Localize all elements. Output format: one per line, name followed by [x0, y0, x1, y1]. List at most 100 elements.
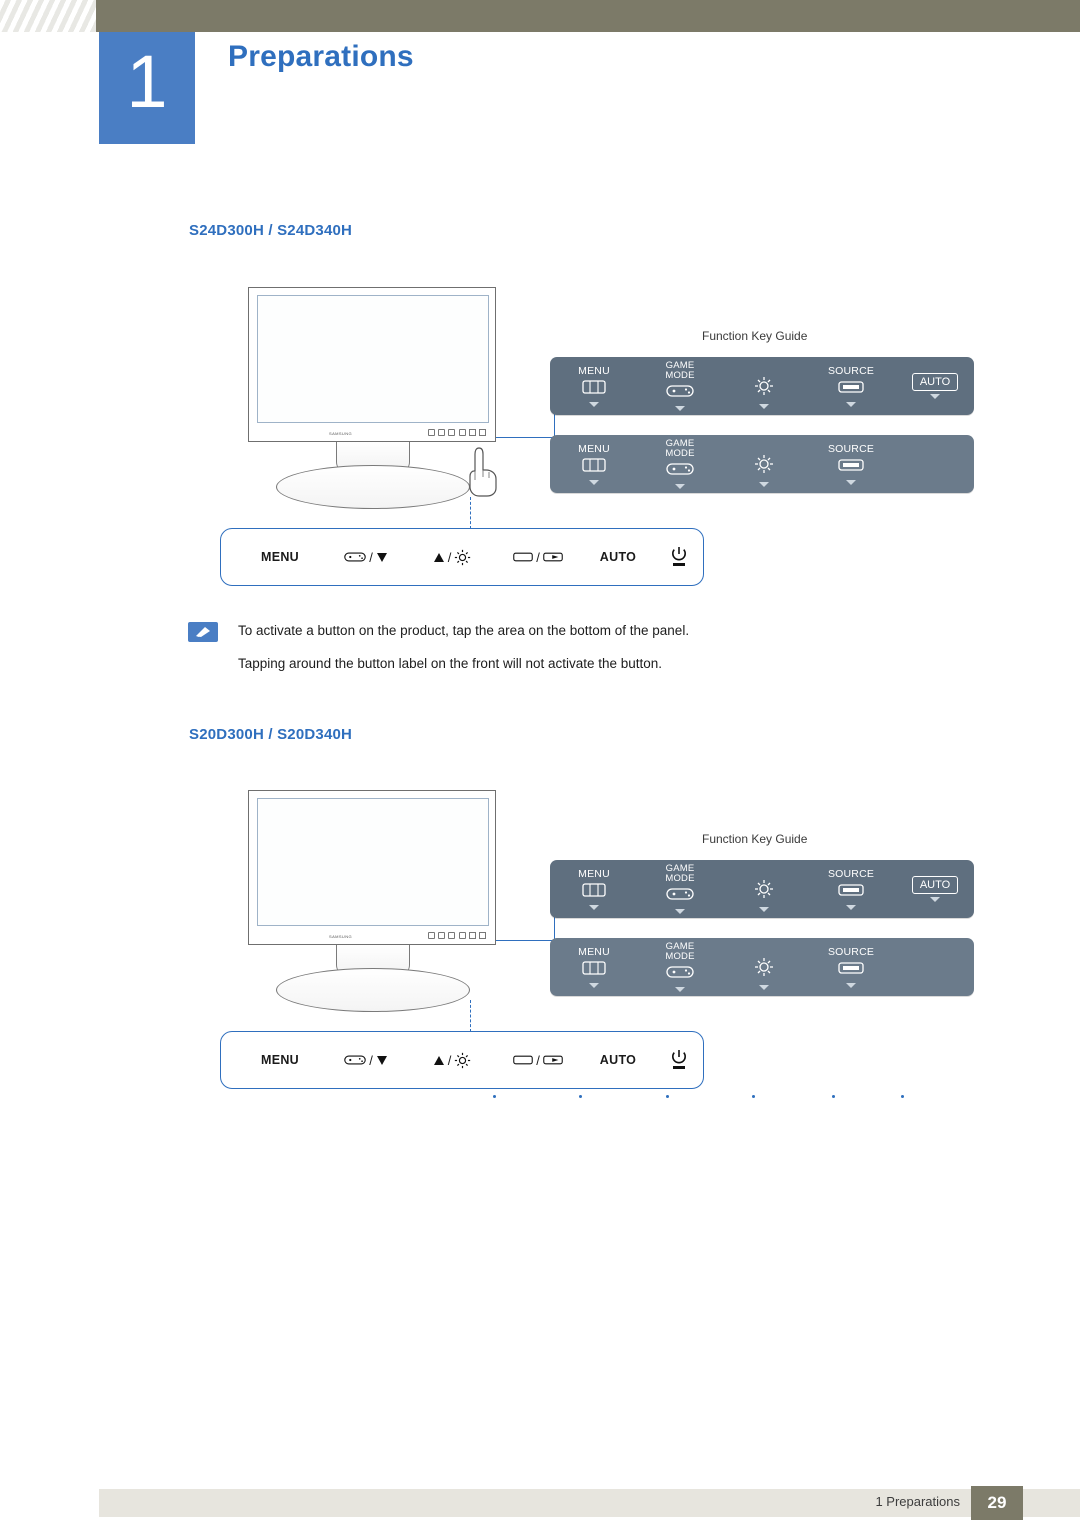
- front-button: [468, 932, 476, 939]
- key-gamemode-down[interactable]: /: [323, 529, 409, 585]
- function-key-guide-panel-row2-s24: MENU GAME MODE SOURCE: [550, 435, 974, 493]
- source-icon: [838, 458, 864, 477]
- front-key-strip-s24: MENU / / / AUTO: [220, 528, 904, 1098]
- guide-key-game-mode[interactable]: GAME MODE: [638, 938, 722, 996]
- front-button: [458, 429, 466, 436]
- chevron-down-icon: [589, 401, 599, 407]
- footer-label: 1 Preparations: [875, 1494, 960, 1509]
- front-button: [438, 429, 446, 436]
- key-label-menu: MENU: [260, 550, 299, 564]
- guide-key-menu[interactable]: MENU: [550, 938, 638, 996]
- key-auto[interactable]: AUTO: [581, 1032, 655, 1088]
- guide-key-label: SOURCE: [827, 945, 875, 958]
- guide-key-brightness[interactable]: [722, 860, 806, 918]
- monitor-stand-base: [276, 968, 470, 1012]
- slash-separator: /: [369, 1052, 373, 1068]
- guide-key-menu[interactable]: MENU: [550, 357, 638, 415]
- function-key-guide-panel-row2-s20: MENU GAME MODE SOURCE: [550, 938, 974, 996]
- source-icon: [838, 961, 864, 980]
- gamepad-icon: [666, 965, 694, 984]
- monitor-stand-base: [276, 465, 470, 509]
- monitor-brand-label: SAMSUNG: [329, 431, 353, 436]
- guide-key-game-mode[interactable]: GAME MODE: [638, 435, 722, 493]
- brightness-icon: [754, 454, 774, 479]
- header-bar: [0, 0, 1080, 32]
- front-power-button: [478, 429, 486, 436]
- menu-icon: [582, 457, 606, 477]
- function-key-guide-panel-row1-s20: MENU GAME MODE SOURCE AUTO: [550, 860, 974, 918]
- note-line-2: Tapping around the button label on the f…: [238, 656, 663, 671]
- chevron-down-icon: [759, 906, 769, 912]
- chevron-down-icon: [675, 484, 685, 489]
- header-hatch-decoration: [0, 0, 96, 32]
- guide-key-game-mode[interactable]: GAME MODE: [638, 357, 722, 415]
- guide-key-brightness[interactable]: [722, 435, 806, 493]
- key-dot: [832, 1095, 835, 1098]
- guide-key-source[interactable]: SOURCE: [806, 435, 896, 493]
- menu-icon: [582, 882, 606, 902]
- function-key-guide-label-s24: Function Key Guide: [702, 329, 808, 343]
- guide-key-label: MENU: [578, 945, 610, 958]
- key-dot: [752, 1095, 755, 1098]
- power-icon: [671, 1049, 687, 1071]
- guide-key-label: SOURCE: [827, 364, 875, 377]
- hand-pointer-icon: [466, 446, 500, 498]
- front-button: [438, 932, 446, 939]
- key-dot: [579, 1095, 582, 1098]
- guide-key-source[interactable]: SOURCE: [806, 860, 896, 918]
- key-gamemode-down[interactable]: /: [323, 1032, 409, 1088]
- key-up-brightness[interactable]: /: [409, 1032, 495, 1088]
- guide-key-game-mode[interactable]: GAME MODE: [638, 860, 722, 918]
- guide-key-menu[interactable]: MENU: [550, 435, 638, 493]
- key-source-enter[interactable]: /: [495, 1032, 581, 1088]
- connector-line: [496, 940, 554, 941]
- guide-key-auto[interactable]: AUTO: [896, 357, 974, 415]
- key-power[interactable]: [655, 1032, 703, 1088]
- key-source-enter[interactable]: /: [495, 529, 581, 585]
- gamepad-down-icon: /: [344, 1053, 388, 1068]
- auto-button-label: AUTO: [911, 373, 959, 391]
- up-brightness-icon: /: [433, 1052, 472, 1069]
- key-menu[interactable]: MENU: [237, 529, 323, 585]
- front-button: [468, 429, 476, 436]
- guide-key-label-mode: MODE: [665, 448, 695, 459]
- key-menu[interactable]: MENU: [237, 1032, 323, 1088]
- guide-key-menu[interactable]: MENU: [550, 860, 638, 918]
- key-label-menu: MENU: [260, 1053, 299, 1067]
- guide-key-label: SOURCE: [827, 867, 875, 880]
- key-power[interactable]: [655, 529, 703, 585]
- guide-key-brightness[interactable]: [722, 357, 806, 415]
- chevron-down-icon: [846, 401, 856, 407]
- chapter-number: 1: [126, 40, 168, 123]
- source-icon: [838, 883, 864, 902]
- connector-dashed-line: [470, 1000, 471, 1032]
- guide-key-brightness[interactable]: [722, 938, 806, 996]
- front-button: [448, 932, 456, 939]
- key-label-auto: AUTO: [599, 1053, 637, 1067]
- chevron-down-icon: [675, 909, 685, 914]
- key-dot: [901, 1095, 904, 1098]
- brightness-icon: [754, 376, 774, 401]
- chevron-down-icon: [759, 403, 769, 409]
- monitor-front-buttons: [428, 428, 486, 437]
- guide-key-auto[interactable]: AUTO: [896, 860, 974, 918]
- monitor-brand-label: SAMSUNG: [329, 934, 353, 939]
- monitor-screen: [257, 295, 489, 423]
- guide-key-label: MENU: [578, 442, 610, 455]
- page-number: 29: [987, 1493, 1007, 1512]
- front-button: [458, 932, 466, 939]
- monitor-body: SAMSUNG: [248, 790, 496, 945]
- guide-key-source[interactable]: SOURCE: [806, 357, 896, 415]
- chevron-down-icon: [675, 987, 685, 992]
- front-power-button: [478, 932, 486, 939]
- chevron-down-icon: [589, 904, 599, 910]
- chevron-down-icon: [589, 479, 599, 485]
- key-auto[interactable]: AUTO: [581, 529, 655, 585]
- guide-key-source[interactable]: SOURCE: [806, 938, 896, 996]
- chevron-down-icon: [589, 982, 599, 988]
- note-line-1: To activate a button on the product, tap…: [238, 623, 690, 638]
- gamepad-icon: [666, 887, 694, 906]
- chevron-down-icon: [759, 984, 769, 990]
- key-up-brightness[interactable]: /: [409, 529, 495, 585]
- connector-dashed-line: [470, 497, 471, 529]
